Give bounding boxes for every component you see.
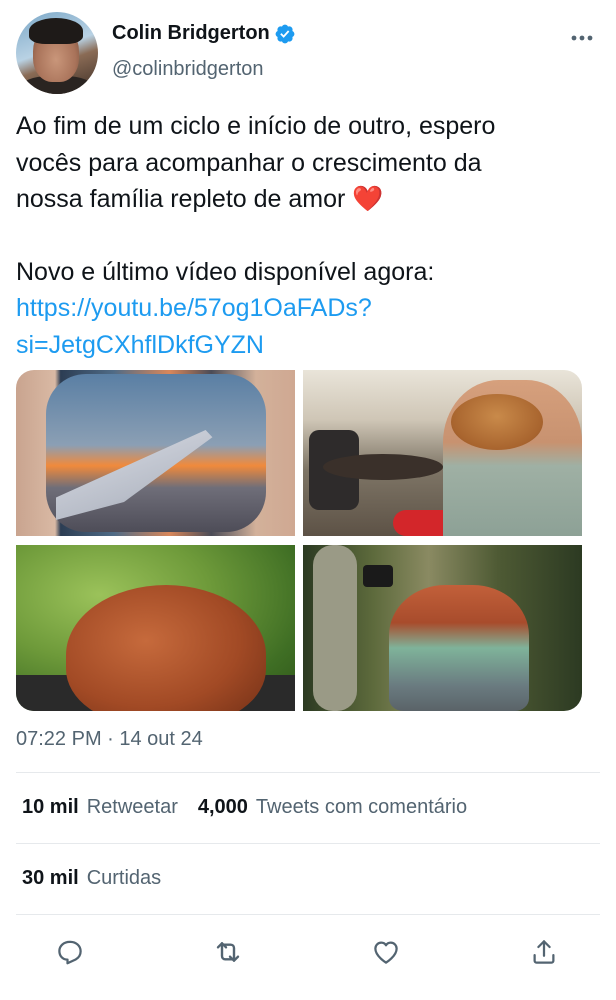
photo-camera-tree[interactable] [303,545,582,711]
tweet-text: Ao fim de um ciclo e início de outro, es… [16,108,606,363]
likes-row: 30 mil Curtidas [22,867,161,890]
photo-red-hair-car[interactable] [16,545,295,711]
share-icon[interactable] [516,924,572,980]
retweets-label[interactable]: Retweetar [87,796,178,819]
like-icon[interactable] [358,924,414,980]
tweet-line: vocês para acompanhar o crescimento da [16,148,482,177]
photo-cafe-croissant[interactable] [303,370,582,536]
reply-icon[interactable] [42,924,98,980]
divider [16,914,600,915]
quotes-label[interactable]: Tweets com comentário [256,796,467,819]
divider [16,843,600,844]
tweet-line: Ao fim de um ciclo e início de outro, es… [16,112,496,140]
retweet-icon[interactable] [200,924,256,980]
media-grid [16,370,582,711]
likes-count[interactable]: 30 mil [22,867,79,890]
tweet-line: nossa família repleto de amor ❤️ [16,185,384,213]
likes-label[interactable]: Curtidas [87,867,161,890]
photo-airplane-window[interactable] [16,370,295,536]
handle[interactable]: @colinbridgerton [112,58,264,81]
more-horizontal-icon[interactable] [568,26,596,50]
tweet-line: Novo e último vídeo disponível agora: [16,257,435,286]
tweet-link[interactable]: https://youtu.be/57og1OaFADs? [16,290,606,327]
verified-badge-icon [275,24,295,43]
tweet-timestamp[interactable]: 07:22 PM · 14 out 24 [16,728,203,751]
stats-row: 10 mil Retweetar 4,000 Tweets com coment… [22,796,467,819]
quotes-count[interactable]: 4,000 [198,796,248,819]
name-row: Colin Bridgerton [112,22,296,45]
action-bar [0,924,616,980]
tweet-header: Colin Bridgerton @colinbridgerton [16,12,600,98]
retweets-count[interactable]: 10 mil [22,796,79,819]
avatar[interactable] [16,12,98,94]
display-name[interactable]: Colin Bridgerton [112,22,270,45]
tweet-link[interactable]: si=JetgCXhflDkfGYZN [16,327,606,364]
divider [16,772,600,773]
